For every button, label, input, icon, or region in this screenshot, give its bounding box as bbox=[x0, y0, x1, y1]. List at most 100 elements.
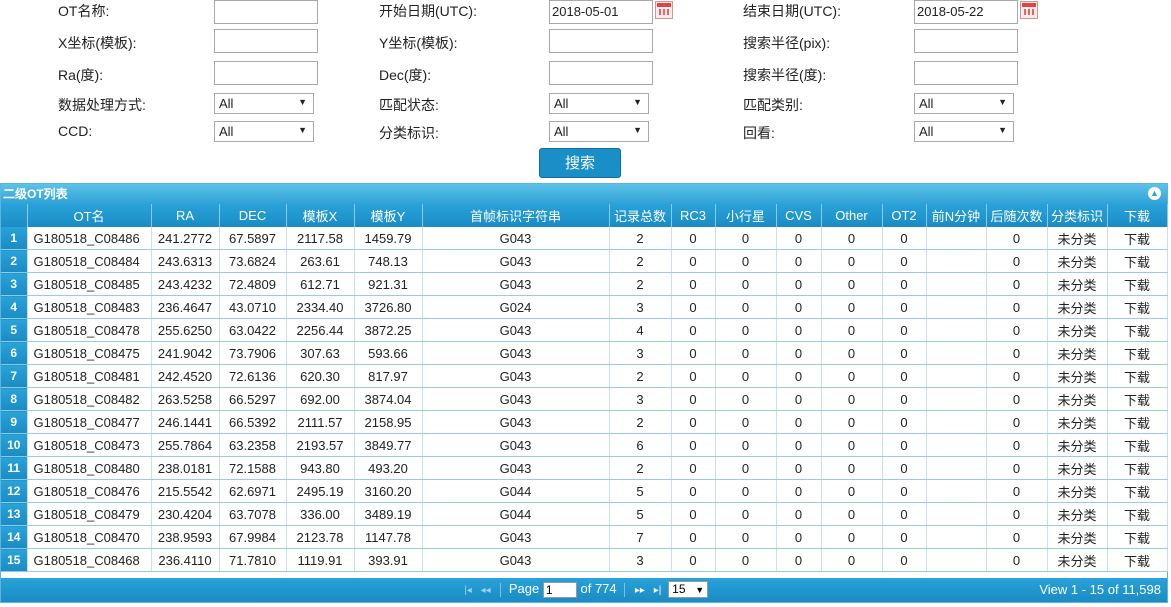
table-cell: 67.5897 bbox=[219, 227, 287, 250]
table-cell: 0 bbox=[776, 456, 822, 480]
column-header[interactable]: 分类标识 bbox=[1047, 204, 1108, 227]
column-header[interactable]: 模板Y bbox=[354, 204, 423, 227]
table-row[interactable]: 12 G180518_C08476 215.5542 62.6971 2495.19 31… bbox=[1, 479, 1168, 503]
table-cell: 7 bbox=[609, 525, 672, 549]
column-header[interactable]: Other bbox=[821, 204, 883, 227]
table-cell: 未分类 bbox=[1047, 433, 1108, 457]
search-button[interactable]: 搜索 bbox=[539, 148, 621, 178]
table-cell: G043 bbox=[422, 364, 610, 388]
download-link[interactable]: 下载 bbox=[1107, 341, 1168, 365]
download-link[interactable]: 下载 bbox=[1107, 433, 1168, 457]
download-link[interactable]: 下载 bbox=[1107, 318, 1168, 342]
column-header[interactable]: CVS bbox=[776, 204, 822, 227]
table-row[interactable]: 13 G180518_C08479 230.4204 63.7078 336.00 348… bbox=[1, 502, 1168, 526]
table-row[interactable]: 6 G180518_C08475 241.9042 73.7906 307.63 593.… bbox=[1, 341, 1168, 365]
calendar-icon[interactable] bbox=[1020, 1, 1038, 19]
rows-per-page-select[interactable]: 15 ▼ bbox=[668, 581, 709, 599]
ot-name-input[interactable] bbox=[214, 0, 318, 24]
table-cell: 0 bbox=[776, 227, 822, 250]
page-number-input[interactable]: 1 bbox=[542, 581, 577, 598]
column-header[interactable]: 后随次数 bbox=[986, 204, 1048, 227]
match-category-select[interactable]: All ▼ bbox=[914, 93, 1014, 114]
download-link[interactable]: 下载 bbox=[1107, 227, 1168, 250]
table-row[interactable]: 7 G180518_C08481 242.4520 72.6136 620.30 817.… bbox=[1, 364, 1168, 388]
table-cell: 0 bbox=[882, 295, 927, 319]
next-page-icon[interactable]: ▸▸ bbox=[633, 585, 647, 596]
column-header[interactable]: OT名 bbox=[27, 204, 152, 227]
calendar-icon[interactable] bbox=[655, 1, 673, 19]
last-page-icon[interactable]: ▸| bbox=[651, 585, 665, 596]
column-header[interactable]: 下载 bbox=[1107, 204, 1168, 227]
download-link[interactable]: 下载 bbox=[1107, 249, 1168, 273]
review-select[interactable]: All ▼ bbox=[914, 121, 1014, 142]
table-cell bbox=[926, 410, 987, 434]
radius-pix-input[interactable] bbox=[914, 29, 1018, 53]
table-row[interactable]: 5 G180518_C08478 255.6250 63.0422 2256.44 387… bbox=[1, 318, 1168, 342]
download-link[interactable]: 下载 bbox=[1107, 410, 1168, 434]
column-header[interactable]: DEC bbox=[219, 204, 287, 227]
table-cell: 0 bbox=[715, 249, 777, 273]
table-cell: 0 bbox=[715, 525, 777, 549]
radius-deg-input[interactable] bbox=[914, 61, 1018, 85]
table-cell: 0 bbox=[821, 387, 883, 411]
table-cell: 593.66 bbox=[354, 341, 423, 365]
column-header[interactable]: RA bbox=[151, 204, 220, 227]
table-cell: 0 bbox=[671, 433, 716, 457]
table-cell: 0 bbox=[776, 272, 822, 296]
column-header[interactable]: 前N分钟 bbox=[926, 204, 987, 227]
table-cell: 0 bbox=[776, 410, 822, 434]
download-link[interactable]: 下载 bbox=[1107, 456, 1168, 480]
collapse-icon[interactable]: ▲ bbox=[1148, 187, 1161, 200]
dec-input[interactable] bbox=[549, 61, 653, 85]
processing-select[interactable]: All ▼ bbox=[214, 93, 314, 114]
table-cell bbox=[926, 227, 987, 250]
table-row[interactable]: 4 G180518_C08483 236.4647 43.0710 2334.40 372… bbox=[1, 295, 1168, 319]
download-link[interactable]: 下载 bbox=[1107, 502, 1168, 526]
column-header[interactable]: OT2 bbox=[882, 204, 927, 227]
table-cell: 3874.04 bbox=[354, 387, 423, 411]
end-date-input[interactable]: 2018-05-22 bbox=[914, 0, 1018, 24]
table-cell: 0 bbox=[821, 227, 883, 250]
column-header[interactable]: 首帧标识字符串 bbox=[422, 204, 610, 227]
table-row[interactable]: 1 G180518_C08486 241.2772 67.5897 2117.58 145… bbox=[1, 227, 1168, 250]
first-page-icon[interactable]: |◂ bbox=[461, 585, 475, 596]
table-cell: 未分类 bbox=[1047, 456, 1108, 480]
download-link[interactable]: 下载 bbox=[1107, 295, 1168, 319]
table-cell: 0 bbox=[882, 341, 927, 365]
table-row[interactable]: 8 G180518_C08482 263.5258 66.5297 692.00 3874… bbox=[1, 387, 1168, 411]
download-link[interactable]: 下载 bbox=[1107, 272, 1168, 296]
column-header[interactable]: RC3 bbox=[671, 204, 716, 227]
table-cell: 0 bbox=[986, 433, 1048, 457]
table-cell: 0 bbox=[776, 479, 822, 503]
download-link[interactable]: 下载 bbox=[1107, 479, 1168, 503]
classification-select[interactable]: All ▼ bbox=[549, 121, 649, 142]
column-header[interactable]: 小行星 bbox=[715, 204, 777, 227]
table-row[interactable]: 10 G180518_C08473 255.7864 63.2358 2193.57 38… bbox=[1, 433, 1168, 457]
table-row[interactable]: 11 G180518_C08480 238.0181 72.1588 943.80 493… bbox=[1, 456, 1168, 480]
table-row[interactable]: 15 G180518_C08468 236.4110 71.7810 1119.91 39… bbox=[1, 548, 1168, 572]
table-row[interactable]: 3 G180518_C08485 243.4232 72.4809 612.71 921.… bbox=[1, 272, 1168, 296]
download-link[interactable]: 下载 bbox=[1107, 525, 1168, 549]
y-template-input[interactable] bbox=[549, 29, 653, 53]
ccd-select[interactable]: All ▼ bbox=[214, 121, 314, 142]
x-template-input[interactable] bbox=[214, 29, 318, 53]
table-cell: 0 bbox=[882, 525, 927, 549]
column-header[interactable]: 模板X bbox=[286, 204, 355, 227]
table-cell: 243.6313 bbox=[151, 249, 220, 273]
download-link[interactable]: 下载 bbox=[1107, 548, 1168, 572]
download-link[interactable]: 下载 bbox=[1107, 364, 1168, 388]
table-cell: 63.7078 bbox=[219, 502, 287, 526]
table-row[interactable]: 14 G180518_C08470 238.9593 67.9984 2123.78 11… bbox=[1, 525, 1168, 549]
download-link[interactable]: 下载 bbox=[1107, 387, 1168, 411]
column-header[interactable]: 记录总数 bbox=[609, 204, 672, 227]
table-cell: 0 bbox=[715, 364, 777, 388]
ra-input[interactable] bbox=[214, 61, 318, 85]
prev-page-icon[interactable]: ◂◂ bbox=[479, 585, 493, 596]
table-row[interactable]: 2 G180518_C08484 243.6313 73.6824 263.61 748.… bbox=[1, 249, 1168, 273]
table-cell: G043 bbox=[422, 249, 610, 273]
table-row[interactable]: 9 G180518_C08477 246.1441 66.5392 2111.57 215… bbox=[1, 410, 1168, 434]
table-cell: 0 bbox=[776, 502, 822, 526]
start-date-input[interactable]: 2018-05-01 bbox=[549, 0, 653, 24]
table-cell: 66.5392 bbox=[219, 410, 287, 434]
match-status-select[interactable]: All ▼ bbox=[549, 93, 649, 114]
